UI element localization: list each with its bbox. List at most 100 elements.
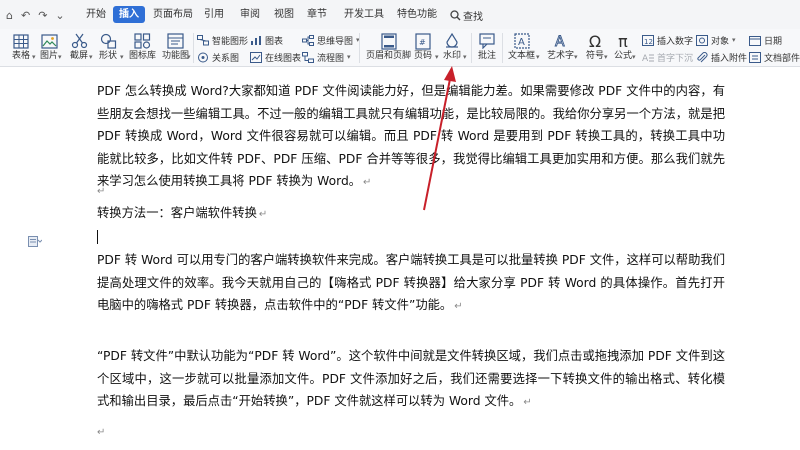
- chevron-down-icon[interactable]: ▾: [574, 53, 578, 61]
- paragraph-pdf-to-file[interactable]: “PDF 转文件”中默认功能为“PDF 转 Word”。这个软件中间就是文件转换…: [97, 345, 725, 415]
- tab-chapter[interactable]: 章节: [307, 8, 327, 22]
- ribbon-divider: [502, 33, 503, 63]
- formula-label: 公式: [614, 51, 633, 61]
- mind-map-label: 思维导图: [317, 36, 354, 47]
- comment-label: 批注: [478, 51, 497, 61]
- object-button[interactable]: 对象 ▾: [696, 33, 736, 47]
- attachment-button[interactable]: 插入附件: [696, 50, 747, 64]
- online-chart-icon: [250, 51, 262, 63]
- insert-number-label: 插入数字: [657, 36, 694, 47]
- tab-review[interactable]: 审阅: [240, 8, 260, 22]
- function-chart-icon: [167, 32, 185, 50]
- chevron-down-icon: ▾: [732, 36, 736, 44]
- ribbon-divider: [193, 33, 194, 63]
- flow-chart-icon: [302, 51, 314, 63]
- table-label: 表格: [12, 51, 31, 61]
- online-chart-label: 在线图表: [265, 53, 302, 64]
- paragraph-format-icon[interactable]: [28, 232, 43, 251]
- symbol-button[interactable]: Ω 符号: [586, 32, 604, 62]
- object-label: 对象: [711, 36, 730, 47]
- page-number-button[interactable]: # 页码: [414, 32, 432, 62]
- date-button[interactable]: 日期: [749, 33, 782, 47]
- chevron-down-icon[interactable]: ▾: [32, 53, 36, 61]
- paperclip-icon: [696, 51, 708, 63]
- paragraph-intro[interactable]: PDF 怎么转换成 Word?大家都知道 PDF 文件阅读能力好，但是编辑能力差…: [97, 80, 725, 195]
- flow-chart-button[interactable]: 流程图 ▾: [302, 50, 351, 64]
- number-icon: 12: [642, 34, 654, 46]
- chevron-down-icon[interactable]: ▾: [58, 53, 62, 61]
- table-button[interactable]: 表格: [12, 32, 30, 62]
- chevron-down-icon[interactable]: ▾: [120, 53, 124, 61]
- redo-icon[interactable]: ↷: [38, 9, 47, 22]
- svg-text:A: A: [642, 54, 649, 63]
- paragraph-mark: ↵: [523, 397, 532, 408]
- ribbon-divider: [359, 33, 360, 63]
- menu-bar: ⌂ ↶ ↷ ⌄ 开始 插入 页面布局 引用 审阅 视图 章节 开发工具 特色功能…: [0, 0, 800, 29]
- insert-number-button[interactable]: 12 插入数字: [642, 33, 693, 47]
- word-art-button[interactable]: A 艺术字: [547, 32, 574, 62]
- drop-cap-label: 首字下沉: [657, 53, 694, 64]
- symbol-label: 符号: [586, 51, 605, 61]
- page-number-label: 页码: [414, 51, 433, 61]
- shape-button[interactable]: 形状: [99, 32, 117, 62]
- search-button[interactable]: 查找: [450, 8, 483, 23]
- drop-cap-button[interactable]: A 首字下沉: [642, 50, 693, 64]
- paragraph-text: PDF 怎么转换成 Word?大家都知道 PDF 文件阅读能力好，但是编辑能力差…: [97, 84, 725, 188]
- doc-part-button[interactable]: 文档部件: [749, 50, 800, 64]
- text-box-button[interactable]: A 文本框: [508, 32, 535, 62]
- chart-button[interactable]: 图表: [250, 33, 283, 47]
- svg-text:A: A: [555, 34, 565, 49]
- chevron-down-icon[interactable]: ▾: [463, 53, 467, 61]
- chevron-down-icon[interactable]: ▾: [435, 53, 439, 61]
- quick-access-toolbar: ⌂ ↶ ↷ ⌄: [6, 7, 65, 23]
- search-label: 查找: [463, 12, 483, 23]
- paragraph-mark: ↵: [97, 186, 106, 197]
- tab-home[interactable]: 开始: [86, 8, 106, 22]
- text-cursor: [97, 230, 98, 244]
- chevron-down-icon[interactable]: ▾: [632, 53, 636, 61]
- chevron-down-icon[interactable]: ▾: [89, 53, 93, 61]
- pi-icon: π: [618, 31, 628, 51]
- tab-special-features[interactable]: 特色功能: [397, 8, 437, 22]
- chevron-down-icon[interactable]: ▾: [187, 53, 191, 61]
- relation-chart-label: 关系图: [212, 53, 240, 64]
- comment-button[interactable]: 批注: [478, 32, 496, 62]
- mind-map-button[interactable]: 思维导图 ▾: [302, 33, 360, 47]
- online-chart-button[interactable]: 在线图表: [250, 50, 301, 64]
- paragraph-client-software[interactable]: PDF 转 Word 可以用专门的客户端转换软件来完成。客户端转换工具是可以批量…: [97, 249, 725, 319]
- chevron-down-icon[interactable]: ▾: [536, 53, 540, 61]
- undo-icon[interactable]: ↶: [21, 9, 30, 22]
- calendar-icon: [749, 34, 761, 46]
- chevron-down-icon[interactable]: ▾: [604, 53, 608, 61]
- doc-part-label: 文档部件: [764, 53, 800, 64]
- heading-text: 转换方法一：客户端软件转换: [97, 206, 257, 220]
- tab-page-layout[interactable]: 页面布局: [153, 8, 193, 22]
- header-footer-label: 页眉和页脚: [366, 51, 412, 61]
- mind-map-icon: [302, 34, 314, 46]
- smart-graphic-button[interactable]: 智能图形: [197, 33, 248, 47]
- screenshot-button[interactable]: 截屏: [70, 32, 88, 62]
- paragraph-mark: ↵: [258, 209, 268, 220]
- formula-button[interactable]: π 公式: [614, 32, 632, 62]
- page-number-icon: #: [414, 32, 432, 50]
- chevron-down-icon[interactable]: ⌄: [55, 9, 64, 22]
- word-art-label: 艺术字: [547, 51, 575, 61]
- relation-chart-button[interactable]: 关系图: [197, 50, 239, 64]
- tab-references[interactable]: 引用: [204, 8, 224, 22]
- function-chart-button[interactable]: 功能图: [162, 32, 189, 62]
- watermark-button[interactable]: 水印: [443, 32, 461, 62]
- picture-button[interactable]: 图片: [40, 32, 58, 62]
- search-icon: [450, 10, 461, 21]
- comment-icon: [478, 32, 496, 50]
- save-icon[interactable]: ⌂: [6, 9, 13, 22]
- chart-icon: [250, 34, 262, 46]
- flow-chart-label: 流程图: [317, 53, 345, 64]
- header-footer-button[interactable]: 页眉和页脚: [366, 32, 411, 62]
- tab-view[interactable]: 视图: [274, 8, 294, 22]
- section-heading[interactable]: 转换方法一：客户端软件转换 ↵: [97, 202, 725, 227]
- word-art-icon: A: [552, 32, 570, 50]
- tab-insert[interactable]: 插入: [113, 6, 145, 23]
- tab-developer[interactable]: 开发工具: [344, 8, 384, 22]
- paragraph-mark: ↵: [454, 301, 463, 312]
- icon-library-button[interactable]: 图标库: [129, 32, 156, 62]
